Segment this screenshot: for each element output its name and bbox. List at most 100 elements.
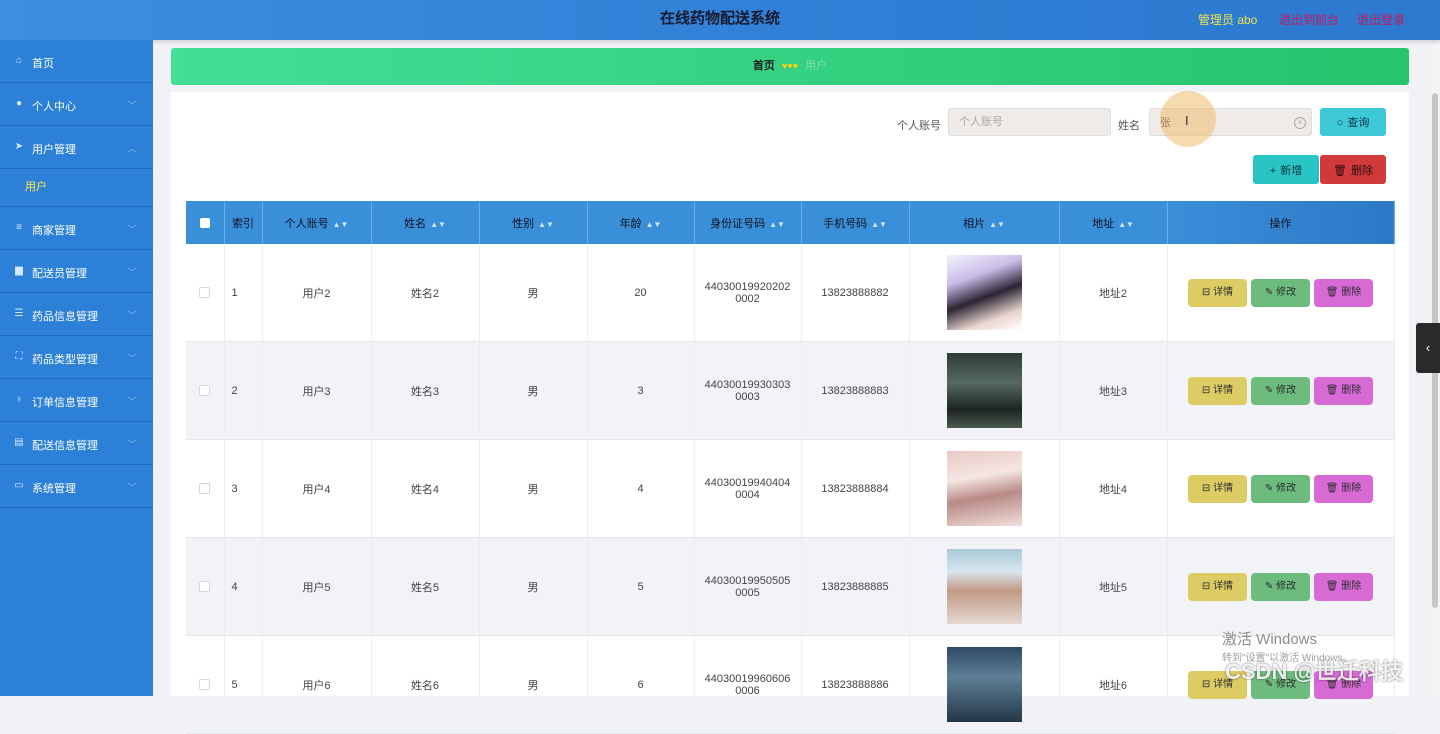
sidebar-item-system[interactable]: ▭ 系统管理 ﹀ bbox=[0, 465, 153, 508]
trash-icon: 🗑 bbox=[1325, 286, 1339, 298]
sidebar-subitem-user[interactable]: 用户 bbox=[0, 169, 153, 207]
photo-cell bbox=[909, 439, 1060, 538]
account-cell: 用户3 bbox=[262, 341, 372, 440]
detail-button[interactable]: ⊟ 详情 bbox=[1188, 376, 1247, 405]
actions-cell: ⊟ 详情 ✎ 修改 🗑 删除 bbox=[1167, 244, 1395, 342]
delete-button[interactable]: 🗑 删除 bbox=[1314, 278, 1373, 307]
id-number-cell: 44030019950505 0005 bbox=[694, 537, 802, 636]
trash-icon: 🗑 bbox=[1325, 482, 1339, 494]
document-icon: ⊟ bbox=[1201, 678, 1211, 690]
sort-icon[interactable]: ▲▼ bbox=[989, 220, 1005, 229]
sidebar-item-delivery[interactable]: ▤ 配送信息管理 ﹀ bbox=[0, 422, 153, 465]
row-checkbox[interactable] bbox=[199, 483, 211, 495]
detail-button[interactable]: ⊟ 详情 bbox=[1188, 572, 1247, 601]
address-cell: 地址5 bbox=[1059, 537, 1168, 636]
column-header[interactable]: 地址 ▲▼ bbox=[1059, 201, 1168, 244]
logout-link[interactable]: 退出登录 bbox=[1357, 11, 1405, 28]
phone-cell: 13823888883 bbox=[801, 341, 910, 440]
user-photo[interactable] bbox=[946, 451, 1022, 526]
sort-icon[interactable]: ▲▼ bbox=[769, 220, 785, 229]
sort-icon[interactable]: ▲▼ bbox=[646, 220, 662, 229]
delete-button[interactable]: 🗑 删除 bbox=[1314, 572, 1373, 601]
edit-button[interactable]: ✎ 修改 bbox=[1251, 572, 1310, 601]
sidebar-item-courier[interactable]: ▆ 配送员管理 ﹀ bbox=[0, 250, 153, 293]
account-cell: 用户4 bbox=[262, 439, 372, 538]
user-photo[interactable] bbox=[946, 255, 1022, 330]
column-header[interactable]: 性别 ▲▼ bbox=[479, 201, 588, 244]
phone-cell: 13823888886 bbox=[801, 635, 910, 734]
add-button[interactable]: + 新增 bbox=[1253, 155, 1319, 184]
photo-cell bbox=[909, 341, 1060, 440]
index-cell: 1 bbox=[224, 244, 263, 342]
query-button[interactable]: ○ 查询 bbox=[1320, 108, 1386, 136]
column-header[interactable]: 姓名 ▲▼ bbox=[371, 201, 480, 244]
crop-icon: ⛶ bbox=[15, 351, 23, 362]
sort-icon[interactable]: ▲▼ bbox=[430, 220, 446, 229]
delete-button[interactable]: 🗑 删除 bbox=[1314, 474, 1373, 503]
sidebar-item-drug-type[interactable]: ⛶ 药品类型管理 ﹀ bbox=[0, 336, 153, 379]
account-search-input[interactable] bbox=[948, 108, 1111, 136]
sidebar-item-label: 用户管理 bbox=[32, 144, 76, 156]
windows-activation-text: 激活 Windows bbox=[1222, 631, 1318, 648]
sidebar-item-merchant[interactable]: ≡ 商家管理 ﹀ bbox=[0, 207, 153, 250]
column-header[interactable]: 手机号码 ▲▼ bbox=[801, 201, 910, 244]
name-cell: 姓名6 bbox=[371, 635, 480, 734]
column-header[interactable]: 相片 ▲▼ bbox=[909, 201, 1060, 244]
table-row: 5 用户6 姓名6 男 6 44030019960606 0006 1382388… bbox=[186, 635, 1395, 734]
edit-button[interactable]: ✎ 修改 bbox=[1251, 376, 1310, 405]
document-icon: ⊟ bbox=[1201, 384, 1211, 396]
actions-cell: ⊟ 详情 ✎ 修改 🗑 删除 bbox=[1167, 537, 1395, 636]
account-cell: 用户2 bbox=[262, 244, 372, 342]
sidebar-item-order[interactable]: ♁ 订单信息管理 ﹀ bbox=[0, 379, 153, 422]
top-bar: 在线药物配送系统 管理员 abo 退出到前台 退出登录 bbox=[0, 0, 1440, 40]
chevron-left-icon: ‹ bbox=[1425, 340, 1431, 355]
row-checkbox[interactable] bbox=[199, 581, 211, 593]
age-cell: 5 bbox=[587, 537, 695, 636]
user-photo[interactable] bbox=[946, 549, 1022, 624]
edit-button[interactable]: ✎ 修改 bbox=[1251, 278, 1310, 307]
batch-delete-label: 删除 bbox=[1350, 164, 1373, 177]
back-to-frontend-link[interactable]: 退出到前台 bbox=[1279, 11, 1339, 28]
age-cell: 3 bbox=[587, 341, 695, 440]
select-all-header[interactable] bbox=[186, 201, 225, 244]
select-all-checkbox[interactable] bbox=[199, 217, 210, 228]
sidebar-item-label: 订单信息管理 bbox=[32, 397, 98, 409]
row-checkbox[interactable] bbox=[199, 287, 211, 299]
account-cell: 用户6 bbox=[262, 635, 372, 734]
detail-button[interactable]: ⊟ 详情 bbox=[1188, 278, 1247, 307]
add-button-label: 新增 bbox=[1280, 164, 1303, 177]
sidebar-item-profile[interactable]: ● 个人中心 ﹀ bbox=[0, 83, 153, 126]
delete-button[interactable]: 🗑 删除 bbox=[1314, 376, 1373, 405]
row-checkbox[interactable] bbox=[199, 385, 211, 397]
admin-name: 管理员 abo bbox=[1198, 13, 1258, 27]
chevron-down-icon: ﹀ bbox=[127, 225, 137, 236]
age-cell: 6 bbox=[587, 635, 695, 734]
gender-cell: 男 bbox=[479, 244, 588, 342]
sort-icon[interactable]: ▲▼ bbox=[871, 220, 887, 229]
user-photo[interactable] bbox=[946, 647, 1022, 722]
sidebar-item-home[interactable]: ⌂ 首页 bbox=[0, 40, 153, 83]
column-header[interactable]: 个人账号 ▲▼ bbox=[262, 201, 372, 244]
column-header[interactable]: 身份证号码 ▲▼ bbox=[694, 201, 802, 244]
clear-icon[interactable]: × bbox=[1294, 117, 1306, 129]
sidebar: ⌂ 首页 ● 个人中心 ﹀ ➤ 用户管理 ︿ 用户 ≡ 商家管理 ﹀ ▆ 配送员… bbox=[0, 40, 153, 696]
user-photo[interactable] bbox=[946, 353, 1022, 428]
edit-button[interactable]: ✎ 修改 bbox=[1251, 474, 1310, 503]
column-header[interactable]: 年龄 ▲▼ bbox=[587, 201, 695, 244]
sidebar-item-user-management[interactable]: ➤ 用户管理 ︿ bbox=[0, 126, 153, 169]
table-row: 1 用户2 姓名2 男 20 44030019920202 0002 138238… bbox=[186, 244, 1395, 342]
trash-icon: 🗑 bbox=[1333, 164, 1347, 177]
address-cell: 地址2 bbox=[1059, 244, 1168, 342]
batch-delete-button[interactable]: 🗑 删除 bbox=[1320, 155, 1386, 184]
sort-icon[interactable]: ▲▼ bbox=[333, 220, 349, 229]
row-checkbox[interactable] bbox=[199, 679, 211, 691]
chevron-down-icon: ﹀ bbox=[127, 311, 137, 322]
photo-cell bbox=[909, 537, 1060, 636]
sidebar-item-drug-info[interactable]: ☰ 药品信息管理 ﹀ bbox=[0, 293, 153, 336]
sort-icon[interactable]: ▲▼ bbox=[1118, 220, 1134, 229]
document-icon: ⊟ bbox=[1201, 286, 1211, 298]
detail-button[interactable]: ⊟ 详情 bbox=[1188, 474, 1247, 503]
sort-icon[interactable]: ▲▼ bbox=[538, 220, 554, 229]
collapse-panel-button[interactable]: ‹ bbox=[1416, 323, 1440, 373]
breadcrumb-home[interactable]: 首页 bbox=[753, 60, 775, 72]
